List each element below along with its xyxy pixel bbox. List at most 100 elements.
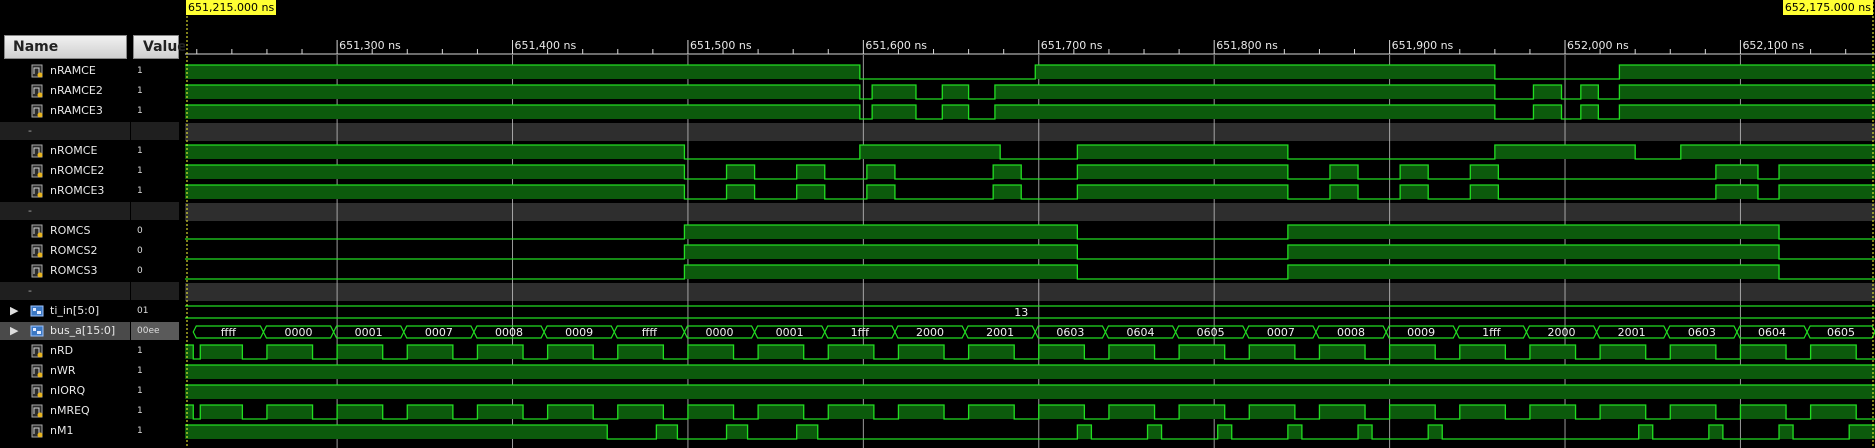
signal-high-fill <box>1329 165 1359 179</box>
name-column-header[interactable]: Name <box>4 35 127 59</box>
signal-value-row: 1 <box>131 62 179 80</box>
signal-high-fill <box>993 185 1022 199</box>
time-tick-label: 651,700 ns <box>1041 39 1103 52</box>
logic-signal-icon <box>30 144 44 158</box>
signal-high-fill <box>684 225 1078 239</box>
signal-high-fill <box>1319 345 1366 359</box>
signal-value-row: 1 <box>131 82 179 100</box>
bus-segment-label: 0604 <box>1758 326 1786 339</box>
signal-high-fill <box>1580 85 1599 99</box>
signal-high-fill <box>1670 345 1716 359</box>
bus-segment-label: 2000 <box>1548 326 1576 339</box>
bus-segment-label: 0009 <box>1407 326 1435 339</box>
signal-name-row[interactable]: - <box>0 202 130 220</box>
signal-high-fill <box>687 405 734 419</box>
logic-signal-icon <box>30 384 44 398</box>
signal-name-row[interactable]: nRD <box>0 342 130 360</box>
signal-name: nRAMCE <box>50 64 96 77</box>
signal-high-fill <box>1038 345 1085 359</box>
bus-segment-label: ffff <box>642 326 658 339</box>
signal-high-fill <box>1287 245 1780 259</box>
signal-high-fill <box>1147 425 1162 439</box>
signal-high-fill <box>866 185 895 199</box>
expand-triangle-icon[interactable]: ▶ <box>10 322 18 340</box>
signal-name-row[interactable]: - <box>0 282 130 300</box>
logic-signal-icon <box>30 244 44 258</box>
signal-high-fill <box>185 425 608 439</box>
signal-value: 1 <box>137 86 143 96</box>
signal-high-fill <box>1470 165 1499 179</box>
signal-high-fill <box>617 345 664 359</box>
signal-name-row[interactable]: nROMCE <box>0 142 130 160</box>
signal-high-fill <box>1319 405 1366 419</box>
bus-segment-label: 0000 <box>285 326 313 339</box>
logic-signal-icon <box>30 64 44 78</box>
signal-value: 01 <box>137 306 149 316</box>
signal-value-row <box>131 202 179 220</box>
signal-high-fill <box>185 185 685 199</box>
signal-high-fill <box>547 405 594 419</box>
signal-name-row[interactable]: ROMCS3 <box>0 262 130 280</box>
signal-name: bus_a[15:0] <box>50 324 116 337</box>
signal-high-fill <box>1035 65 1495 79</box>
signal-value: 1 <box>137 106 143 116</box>
signal-name-row[interactable]: ▶ bus_a[15:0] <box>0 322 130 340</box>
signal-high-fill <box>994 105 1495 119</box>
divider-band <box>185 203 1875 221</box>
signal-high-fill <box>758 405 804 419</box>
signal-high-fill <box>1529 405 1576 419</box>
signal-high-fill <box>185 385 1875 399</box>
signal-high-fill <box>1038 405 1085 419</box>
signal-name-row[interactable]: nIORQ <box>0 382 130 400</box>
signal-name-row[interactable]: nROMCE3 <box>0 182 130 200</box>
logic-signal-icon <box>30 364 44 378</box>
expand-triangle-icon[interactable]: ▶ <box>10 302 18 320</box>
value-column-header[interactable]: Value <box>133 35 187 59</box>
signal-name-row[interactable]: ROMCS2 <box>0 242 130 260</box>
signal-high-fill <box>968 405 1015 419</box>
signal-high-fill <box>1638 425 1653 439</box>
signal-high-fill <box>1108 345 1155 359</box>
left-cursor-label[interactable]: 651,215.000 ns <box>186 0 277 15</box>
signal-name-row[interactable]: nM1 <box>0 422 130 440</box>
signal-high-fill <box>796 185 825 199</box>
signal-value-row: 1 <box>131 402 179 420</box>
signal-name: nRD <box>50 344 74 357</box>
signal-value: 00ee <box>137 326 160 336</box>
signal-high-fill <box>1217 425 1232 439</box>
signal-name-row[interactable]: nRAMCE <box>0 62 130 80</box>
signal-value: 1 <box>137 426 143 436</box>
signal-high-fill <box>859 145 1001 159</box>
signal-name-row[interactable]: nWR <box>0 362 130 380</box>
signal-name-row[interactable]: nRAMCE3 <box>0 102 130 120</box>
signal-name-row[interactable]: nRAMCE2 <box>0 82 130 100</box>
signal-high-fill <box>1670 405 1716 419</box>
signal-name-row[interactable]: - <box>0 122 130 140</box>
right-cursor-label[interactable]: 652,175.000 ns <box>1782 0 1873 15</box>
bus-segment-label: 0000 <box>706 326 734 339</box>
value-column: Value 1 1 1 1 1 1 0 0 0 01 00ee 1 1 1 1 1 <box>131 0 187 448</box>
signal-high-fill <box>687 345 734 359</box>
signal-high-fill <box>1389 405 1436 419</box>
signal-high-fill <box>994 85 1495 99</box>
bus-segment-label: 0603 <box>1688 326 1716 339</box>
signal-high-fill <box>337 405 383 419</box>
signal-name-row[interactable]: nMREQ <box>0 402 130 420</box>
signal-high-fill <box>407 405 453 419</box>
signal-high-fill <box>1779 165 1875 179</box>
time-tick-label: 651,900 ns <box>1392 39 1454 52</box>
logic-signal-icon <box>30 84 44 98</box>
bus-segment-label: 0604 <box>1127 326 1155 339</box>
signal-high-fill <box>185 105 860 119</box>
logic-signal-icon <box>30 104 44 118</box>
signal-name: nROMCE <box>50 144 98 157</box>
bus-segment-label: 0008 <box>495 326 523 339</box>
bus-segment-label: 0603 <box>1056 326 1084 339</box>
signal-high-fill <box>1459 405 1506 419</box>
signal-high-fill <box>828 345 874 359</box>
waveform-canvas[interactable]: 651,300 ns 651,400 ns 651,500 ns 651,600 ns… <box>185 0 1875 448</box>
signal-name-row[interactable]: nROMCE2 <box>0 162 130 180</box>
signal-name-row[interactable]: ▶ ti_in[5:0] <box>0 302 130 320</box>
signal-name-row[interactable]: ROMCS <box>0 222 130 240</box>
signal-high-fill <box>1849 425 1875 439</box>
